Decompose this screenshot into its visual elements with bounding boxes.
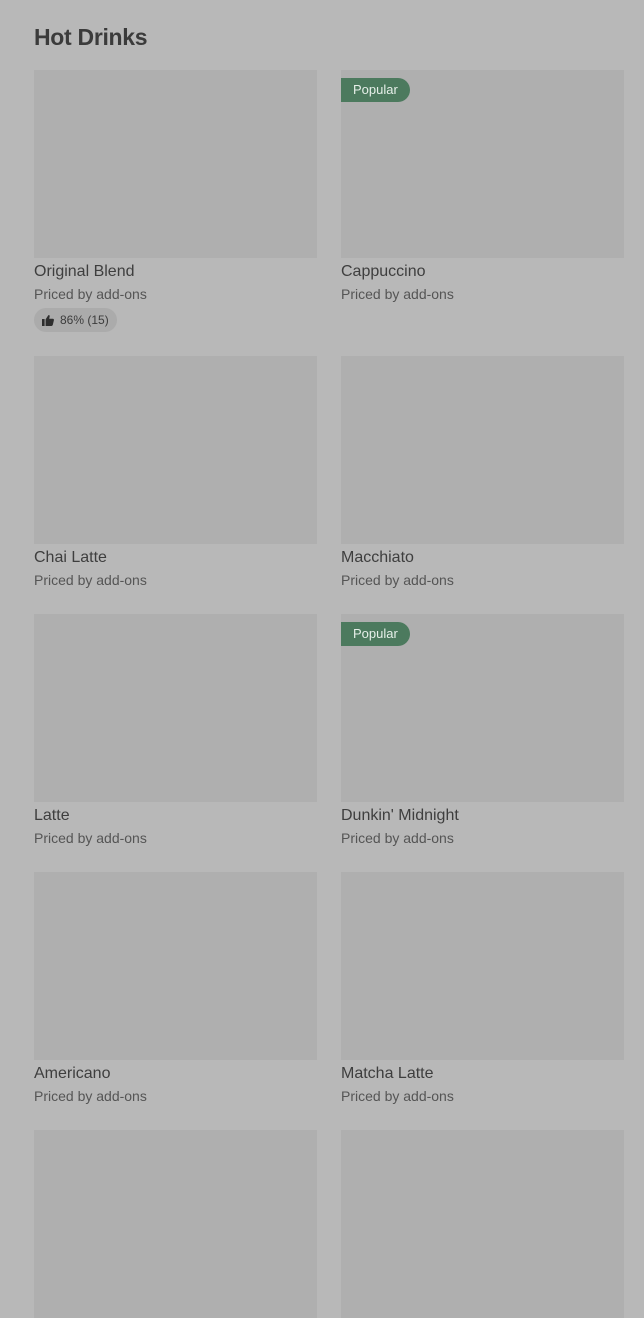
- item-image: [341, 872, 624, 1060]
- item-name: Chai Latte: [34, 549, 107, 566]
- item-image: [34, 70, 317, 258]
- item-price: Priced by add-ons: [34, 286, 147, 302]
- popular-badge: Popular: [341, 622, 410, 646]
- item-image: [34, 1130, 317, 1318]
- item-name: Dunkin' Midnight: [341, 807, 459, 824]
- item-name: Macchiato: [341, 549, 414, 566]
- item-name: Original Blend: [34, 263, 135, 280]
- menu-item-latte[interactable]: Latte Priced by add-ons: [34, 614, 317, 847]
- item-name: Cappuccino: [341, 263, 426, 280]
- item-image: [341, 1130, 624, 1318]
- item-image: [34, 872, 317, 1060]
- menu-item[interactable]: [341, 1130, 624, 1318]
- item-price: Priced by add-ons: [341, 286, 454, 302]
- item-image: [34, 356, 317, 544]
- item-price: Priced by add-ons: [341, 572, 454, 588]
- item-image: [341, 356, 624, 544]
- menu-item-macchiato[interactable]: Macchiato Priced by add-ons: [341, 356, 624, 589]
- menu-item[interactable]: [34, 1130, 317, 1318]
- item-image: Popular: [341, 70, 624, 258]
- item-name: Americano: [34, 1065, 111, 1082]
- rating-text: 86% (15): [60, 313, 109, 327]
- item-price: Priced by add-ons: [341, 1088, 454, 1104]
- item-image: [34, 614, 317, 802]
- item-image: Popular: [341, 614, 624, 802]
- menu-item-original-blend[interactable]: Original Blend Priced by add-ons 86% (15…: [34, 70, 317, 332]
- item-name: Matcha Latte: [341, 1065, 434, 1082]
- rating-badge: 86% (15): [34, 308, 117, 332]
- popular-badge: Popular: [341, 78, 410, 102]
- section-title: Hot Drinks: [34, 24, 148, 50]
- item-price: Priced by add-ons: [34, 1088, 147, 1104]
- item-price: Priced by add-ons: [34, 830, 147, 846]
- thumbs-up-icon: [42, 314, 54, 326]
- menu-item-chai-latte[interactable]: Chai Latte Priced by add-ons: [34, 356, 317, 589]
- menu-item-americano[interactable]: Americano Priced by add-ons: [34, 872, 317, 1105]
- menu-item-cappuccino[interactable]: Popular Cappuccino Priced by add-ons: [341, 70, 624, 303]
- item-price: Priced by add-ons: [341, 830, 454, 846]
- menu-item-dunkin-midnight[interactable]: Popular Dunkin' Midnight Priced by add-o…: [341, 614, 624, 847]
- item-price: Priced by add-ons: [34, 572, 147, 588]
- item-name: Latte: [34, 807, 70, 824]
- menu-item-matcha-latte[interactable]: Matcha Latte Priced by add-ons: [341, 872, 624, 1105]
